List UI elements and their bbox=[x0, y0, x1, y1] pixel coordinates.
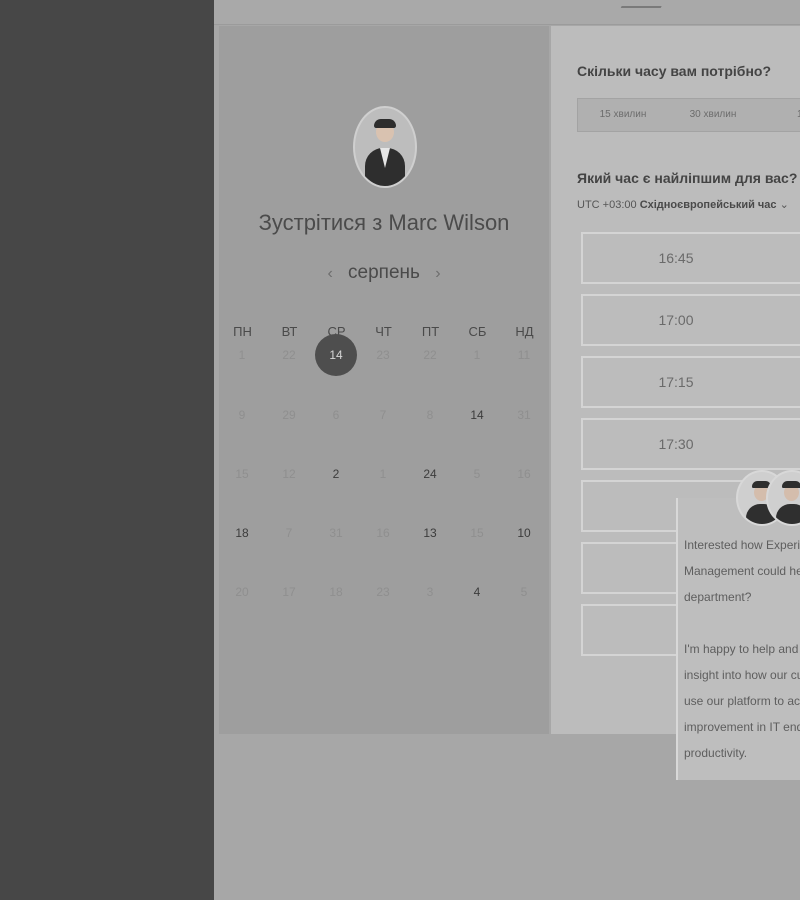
chevron-down-icon: ⌄ bbox=[779, 199, 789, 211]
calendar-day: 23 bbox=[376, 348, 390, 362]
calendar-day: 16 bbox=[376, 526, 390, 540]
time-question: Який час є найліпшим для вас? bbox=[577, 170, 798, 186]
calendar-day: 1 bbox=[379, 467, 387, 481]
next-month-button[interactable]: › bbox=[425, 265, 450, 282]
chat-line: insight into how our customers bbox=[684, 668, 800, 682]
calendar-day: 29 bbox=[282, 408, 296, 422]
chat-agent-avatars bbox=[736, 470, 800, 526]
duration-selector: 15 хвилин 30 хвилин 1 г bbox=[577, 98, 800, 132]
chat-line: I'm happy to help and share bbox=[684, 642, 800, 656]
calendar-day[interactable]: 24 bbox=[410, 454, 450, 494]
calendar-day: 8 bbox=[426, 408, 434, 422]
chat-line: improvement in IT end-user bbox=[684, 720, 800, 734]
time-slot-label: 17:15 bbox=[658, 374, 694, 390]
page-sidebar bbox=[0, 0, 214, 900]
time-slot-button[interactable]: 16:45 bbox=[581, 232, 800, 284]
calendar-day[interactable]: 2 bbox=[316, 454, 356, 494]
calendar-day: 22 bbox=[423, 348, 437, 362]
calendar-day: 12 bbox=[282, 467, 296, 481]
calendar-day[interactable]: 13 bbox=[410, 513, 450, 553]
timezone-selector[interactable]: UTC +03:00 Східноєвропейський час ⌄ bbox=[577, 198, 789, 211]
timezone-name: Східноєвропейський час bbox=[639, 199, 777, 211]
chat-line: use our platform to achieve bbox=[684, 694, 800, 708]
calendar-day: 6 bbox=[332, 408, 340, 422]
calendar-day: 9 bbox=[238, 408, 246, 422]
duration-question: Скільки часу вам потрібно? bbox=[577, 63, 772, 79]
calendar-day: 15 bbox=[470, 526, 484, 540]
calendar-day: 31 bbox=[329, 526, 343, 540]
meeting-title: Зустрітися з Marc Wilson bbox=[258, 210, 510, 235]
calendar-day: 7 bbox=[285, 526, 293, 540]
calendar-day: 18 bbox=[329, 585, 343, 599]
duration-option-60[interactable]: 1 г bbox=[758, 99, 800, 131]
calendar-day-selected[interactable]: 14 bbox=[315, 334, 357, 376]
chat-line: Management could help your bbox=[684, 564, 800, 578]
timezone-offset: UTC +03:00 bbox=[577, 199, 637, 211]
calendar-day[interactable]: 4 bbox=[457, 572, 497, 612]
calendar-day: 15 bbox=[235, 467, 249, 481]
time-slot-label: 17:00 bbox=[658, 312, 694, 328]
time-slot-label: 16:45 bbox=[658, 250, 694, 266]
month-label: серпень bbox=[348, 262, 420, 283]
chat-line: Interested how Experience bbox=[684, 538, 800, 552]
time-slot-button[interactable]: 17:00 bbox=[581, 294, 800, 346]
duration-option-30[interactable]: 30 хвилин bbox=[668, 99, 758, 131]
calendar-day: 31 bbox=[517, 408, 531, 422]
calendar-day: 16 bbox=[517, 467, 531, 481]
top-bar bbox=[214, 0, 800, 25]
calendar-day[interactable]: 14 bbox=[457, 395, 497, 435]
host-avatar bbox=[353, 106, 417, 188]
chat-line: department? bbox=[684, 590, 752, 604]
calendar-day: 1 bbox=[238, 348, 246, 362]
duration-option-15[interactable]: 15 хвилин bbox=[578, 99, 668, 131]
calendar-day: 22 bbox=[282, 348, 296, 362]
calendar-day: 5 bbox=[520, 585, 528, 599]
prev-month-button[interactable]: ‹ bbox=[317, 265, 342, 282]
chat-message: Interested how Experience Management coul… bbox=[684, 532, 800, 766]
scheduler-card: Зустрітися з Marc Wilson ‹ серпень › ПН В… bbox=[219, 26, 549, 734]
calendar-day: 5 bbox=[473, 467, 481, 481]
time-slot-label: 17:30 bbox=[658, 436, 694, 452]
calendar-day[interactable]: 10 bbox=[504, 513, 544, 553]
chat-line bbox=[684, 610, 800, 636]
calendar-day: 23 bbox=[376, 585, 390, 599]
calendar-day: 3 bbox=[426, 585, 434, 599]
month-navigator: ‹ серпень › bbox=[219, 262, 549, 284]
calendar-day: 11 bbox=[517, 348, 531, 362]
calendar-day: 7 bbox=[379, 408, 387, 422]
time-slot-button[interactable]: 17:15 bbox=[581, 356, 800, 408]
calendar-day: 1 bbox=[473, 348, 481, 362]
calendar-day[interactable]: 18 bbox=[222, 513, 262, 553]
calendar-day: 20 bbox=[235, 585, 249, 599]
chat-line: productivity. bbox=[684, 746, 748, 760]
logo-fragment bbox=[620, 0, 668, 8]
calendar-day: 17 bbox=[282, 585, 296, 599]
time-slot-button[interactable]: 17:30 bbox=[581, 418, 800, 470]
